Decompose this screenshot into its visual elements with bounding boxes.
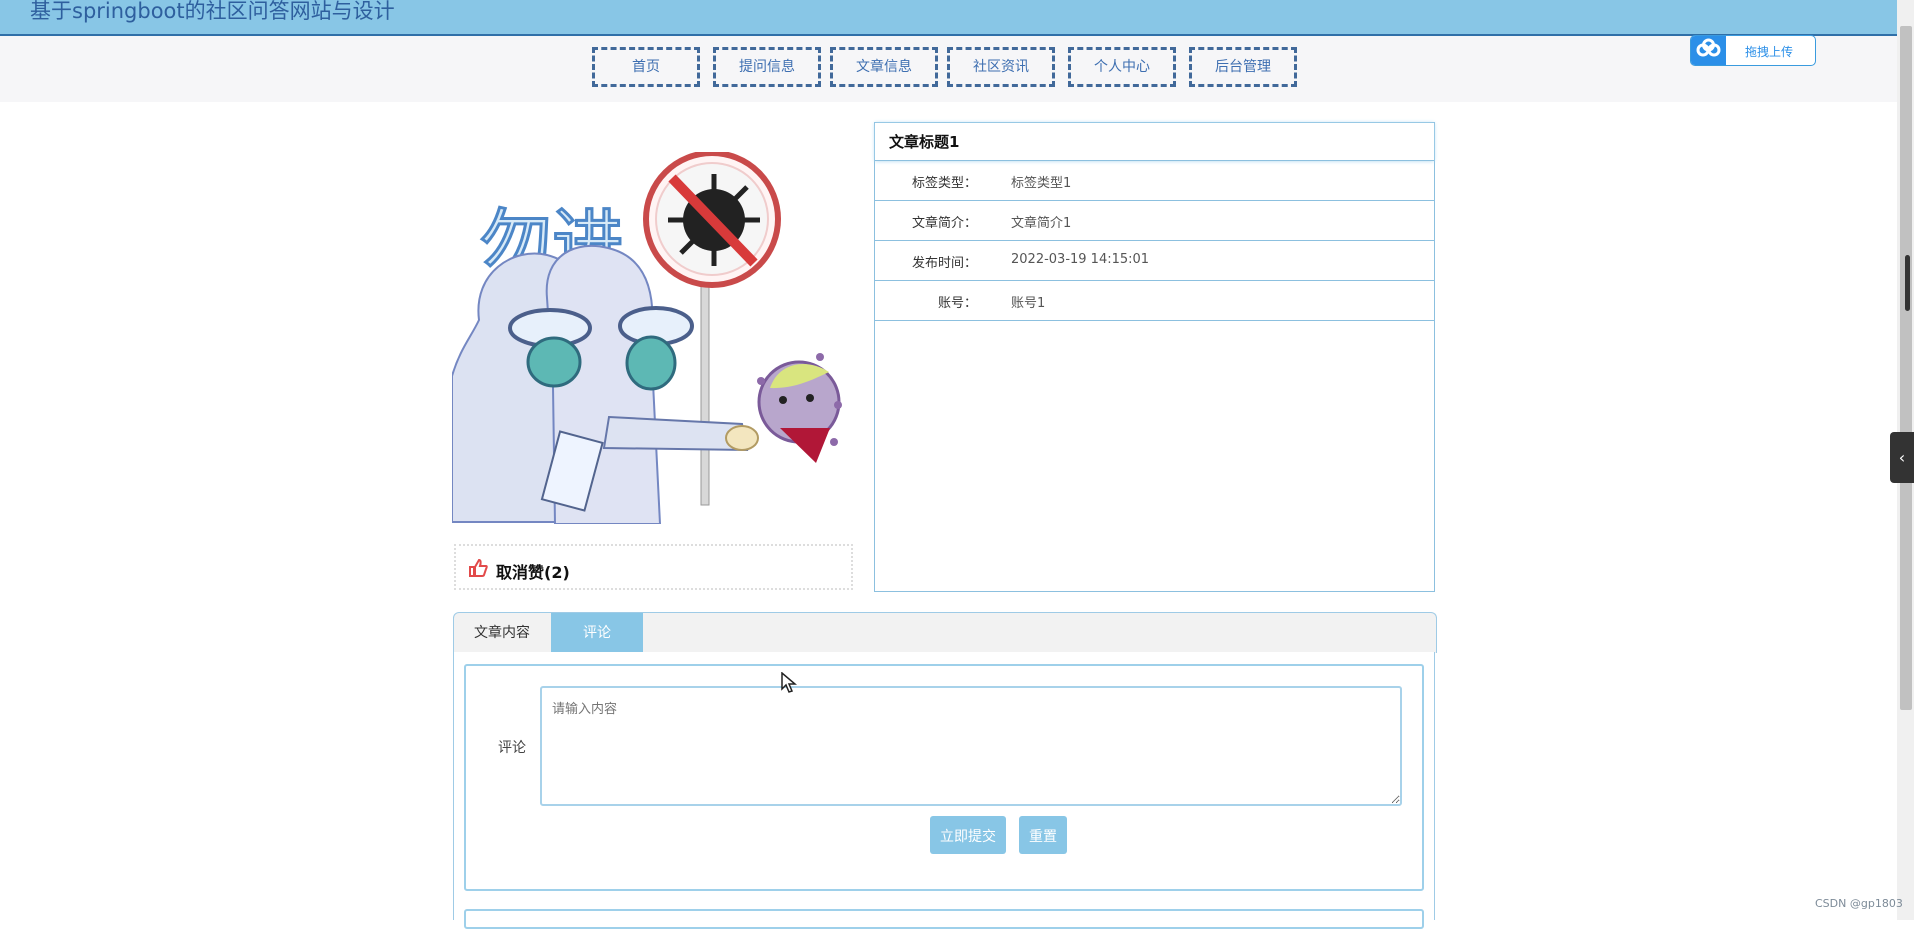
thumbs-up-icon — [469, 558, 488, 577]
nav-item-articles[interactable]: 文章信息 — [830, 47, 938, 87]
detail-row-account: 账号： 账号1 — [875, 281, 1434, 321]
tab-comment[interactable]: 评论 — [551, 613, 643, 653]
detail-row-tag-type: 标签类型： 标签类型1 — [875, 161, 1434, 201]
top-banner: 基于springboot的社区问答网站与设计 — [0, 0, 1897, 36]
nav-item-personal-center[interactable]: 个人中心 — [1068, 47, 1176, 87]
scroll-indicator — [1905, 255, 1910, 311]
like-label: 取消赞(2) — [496, 563, 570, 582]
like-toggle[interactable]: 取消赞(2) — [454, 544, 853, 590]
nav-item-questions[interactable]: 提问信息 — [713, 47, 821, 87]
detail-label: 文章简介： — [911, 216, 977, 231]
comment-list-card — [464, 909, 1424, 929]
detail-row-publish-time: 发布时间： 2022-03-19 14:15:01 — [875, 241, 1434, 281]
detail-label: 账号： — [937, 296, 977, 311]
detail-row-summary: 文章简介： 文章简介1 — [875, 201, 1434, 241]
article-detail-panel: 文章标题1 标签类型： 标签类型1 文章简介： 文章简介1 发布时间： 2022… — [874, 122, 1435, 592]
tab-article-content[interactable]: 文章内容 — [454, 613, 550, 653]
drag-upload-label: 拖拽上传 — [1745, 45, 1794, 59]
detail-label: 发布时间： — [911, 256, 977, 271]
submit-button[interactable]: 立即提交 — [930, 816, 1006, 854]
nav-item-community-news[interactable]: 社区资讯 — [947, 47, 1055, 87]
scrollbar-thumb[interactable] — [1900, 26, 1912, 710]
drag-upload-button[interactable]: 拖拽上传 — [1690, 35, 1816, 66]
article-tabs: 文章内容 评论 — [453, 612, 1437, 653]
detail-value: 文章简介1 — [1011, 216, 1072, 231]
reset-button[interactable]: 重置 — [1019, 816, 1067, 854]
comment-input[interactable] — [540, 686, 1402, 806]
comment-label: 评论 — [498, 740, 526, 756]
detail-label: 标签类型： — [911, 176, 977, 191]
watermark: CSDN @gp1803 — [1815, 897, 1903, 910]
article-cover-image: 勿进 — [452, 152, 854, 524]
nav-item-home[interactable]: 首页 — [592, 47, 700, 87]
site-title: 基于springboot的社区问答网站与设计 — [30, 0, 395, 23]
mouse-cursor-icon — [781, 672, 797, 693]
detail-value: 标签类型1 — [1011, 176, 1072, 191]
side-panel-toggle[interactable]: ‹ — [1890, 432, 1914, 483]
detail-value: 账号1 — [1011, 296, 1046, 311]
chevron-left-icon: ‹ — [1898, 448, 1906, 467]
cloud-upload-icon — [1691, 36, 1726, 65]
article-title: 文章标题1 — [875, 123, 1434, 161]
nav-item-admin[interactable]: 后台管理 — [1189, 47, 1297, 87]
detail-value: 2022-03-19 14:15:01 — [1011, 252, 1150, 267]
